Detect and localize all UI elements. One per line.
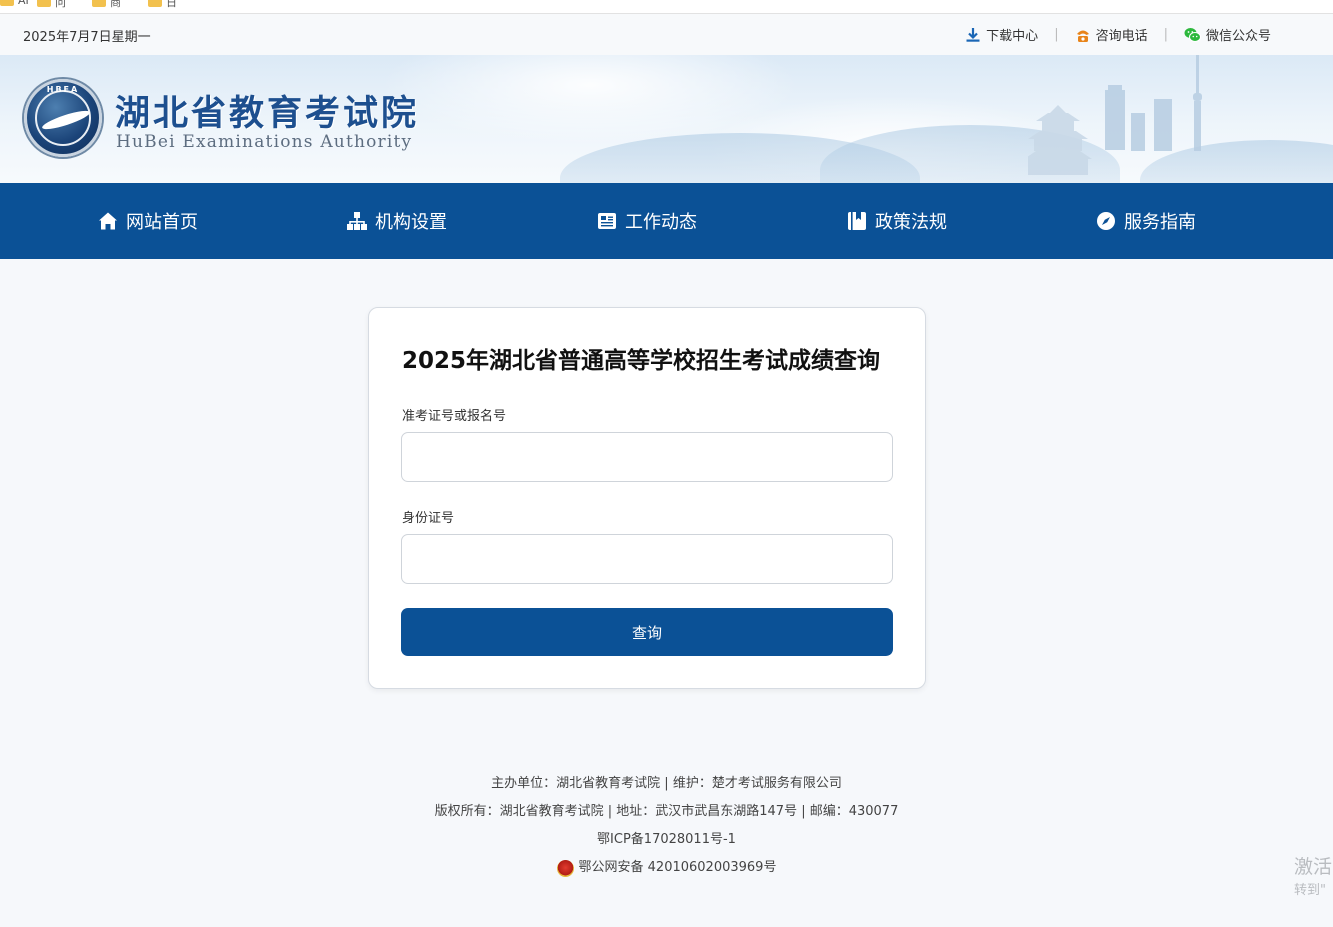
phone-icon [1076, 30, 1089, 42]
footer-copyright: 版权所有：湖北省教育考试院 | 地址：武汉市武昌东湖路147号 | 邮编：430… [434, 804, 899, 819]
wechat-icon [1184, 27, 1201, 42]
download-icon [966, 27, 980, 42]
bookmark-item[interactable]: 问 [37, 0, 66, 10]
score-query-card: 2025年湖北省普通高等学校招生考试成绩查询 准考证号或报名号 身份证号 查询 [368, 307, 926, 689]
activation-watermark: 激活 转到" [1294, 856, 1333, 898]
id-number-label: 身份证号 [402, 511, 455, 526]
bookmarks-bar: AI 问 商 日 [0, 0, 1333, 14]
exam-number-label: 准考证号或报名号 [402, 409, 507, 424]
folder-icon [148, 0, 162, 7]
home-icon [99, 212, 117, 230]
footer-organizer: 主办单位：湖北省教育考试院 | 维护：楚才考试服务有限公司 [491, 776, 842, 791]
footer-icp-link[interactable]: 鄂ICP备17028011号-1 [0, 826, 1333, 854]
site-title: 湖北省教育考试院 [115, 93, 420, 134]
nav-guide[interactable]: 服务指南 [1096, 183, 1196, 259]
top-utility-bar: 2025年7月7日星期一 下载中心 | 咨询电话 | 微信公众号 [0, 14, 1333, 55]
current-date: 2025年7月7日星期一 [23, 30, 151, 45]
nav-policy[interactable]: 政策法规 [847, 183, 947, 259]
org-chart-icon [347, 212, 367, 230]
site-logo-emblem[interactable]: HBEA [24, 79, 102, 157]
folder-icon [0, 0, 14, 6]
id-number-input[interactable] [401, 534, 893, 584]
bookmark-item[interactable]: 日 [148, 0, 177, 10]
compass-icon [1097, 212, 1115, 230]
bookmark-item[interactable]: AI [0, 0, 29, 7]
site-subtitle: HuBei Examinations Authority [116, 132, 413, 152]
main-nav: 网站首页 机构设置 工作动态 政策法规 服务指南 [0, 183, 1333, 259]
news-icon [598, 213, 616, 229]
wechat-link[interactable]: 微信公众号 [1184, 25, 1271, 44]
nav-news[interactable]: 工作动态 [597, 183, 697, 259]
footer: 主办单位：湖北省教育考试院 | 维护：楚才考试服务有限公司 版权所有：湖北省教育… [0, 770, 1333, 888]
download-center-link[interactable]: 下载中心 [965, 25, 1038, 44]
city-skyline-graphic [1028, 55, 1202, 175]
separator: | [1163, 27, 1168, 42]
query-button[interactable]: 查询 [401, 608, 893, 656]
folder-icon [37, 0, 51, 7]
nav-home[interactable]: 网站首页 [98, 183, 198, 259]
book-icon [848, 212, 866, 230]
bookmark-item[interactable]: 商 [92, 0, 121, 10]
hotline-link[interactable]: 咨询电话 [1075, 25, 1148, 44]
header-banner: HBEA 湖北省教育考试院 HuBei Examinations Authori… [0, 55, 1333, 183]
folder-icon [92, 0, 106, 7]
separator: | [1054, 27, 1059, 42]
footer-police-record-link[interactable]: 鄂公网安备 42010602003969号 [556, 854, 776, 882]
top-links: 下载中心 | 咨询电话 | 微信公众号 [965, 25, 1271, 44]
exam-number-input[interactable] [401, 432, 893, 482]
police-badge-icon [556, 859, 574, 877]
nav-organization[interactable]: 机构设置 [347, 183, 447, 259]
page-title: 2025年湖北省普通高等学校招生考试成绩查询 [402, 348, 881, 374]
